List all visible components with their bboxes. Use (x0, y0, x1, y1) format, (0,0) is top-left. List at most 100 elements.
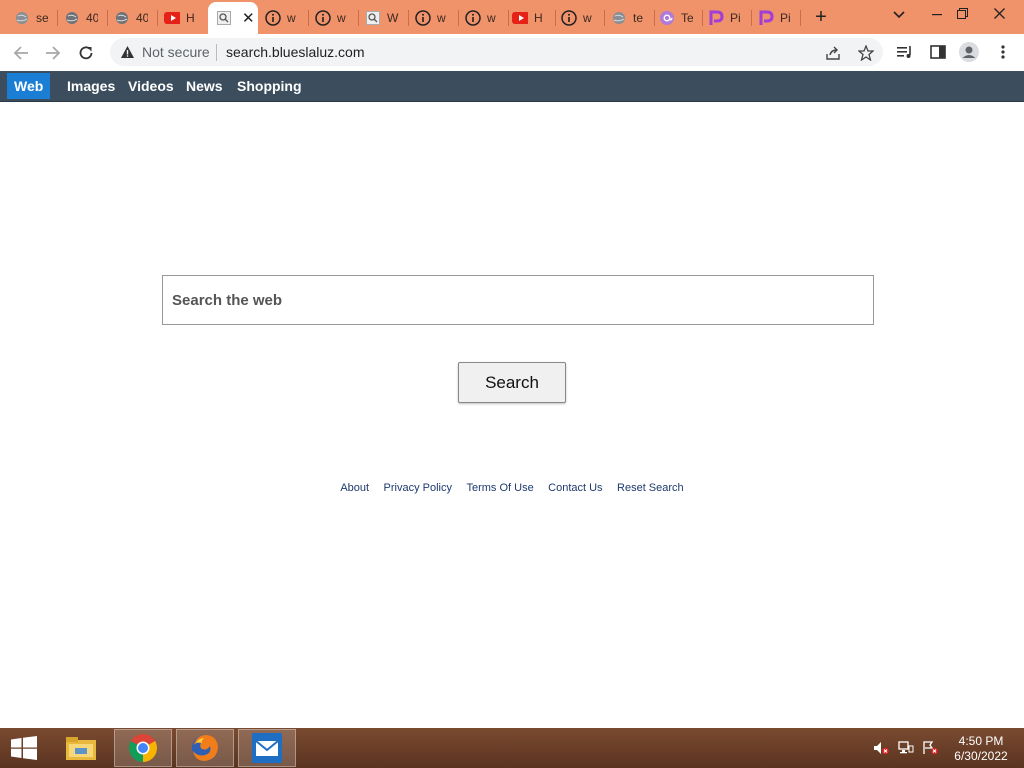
browser-tab-active[interactable]: ✕ (208, 2, 258, 34)
chrome-taskbar-icon[interactable] (114, 729, 172, 767)
tab-separator (408, 10, 409, 26)
back-icon[interactable] (10, 42, 32, 64)
start-windows-icon[interactable] (2, 729, 46, 767)
network-icon[interactable] (898, 740, 914, 756)
forward-icon[interactable] (42, 42, 64, 64)
new-tab-icon[interactable]: + (810, 6, 832, 28)
browser-tab[interactable]: W (365, 5, 399, 31)
search-favicon (216, 10, 232, 26)
tab-title: Pi (780, 11, 791, 25)
nav-web[interactable]: Web (7, 73, 51, 99)
tab-separator (57, 10, 58, 26)
bookmark-star-icon[interactable] (857, 44, 875, 62)
browser-tab[interactable]: Pi (708, 5, 742, 31)
menu-kebab-icon[interactable] (993, 42, 1013, 62)
taskbar: 4:50 PM 6/30/2022 (0, 728, 1024, 768)
globe-icon (14, 10, 30, 26)
url-text[interactable]: search.blueslaluz.com (226, 44, 365, 60)
nav-shopping[interactable]: Shopping (230, 71, 309, 101)
tab-separator (508, 10, 509, 26)
share-icon[interactable] (824, 44, 842, 62)
browser-tab[interactable]: H (512, 5, 546, 31)
nav-videos[interactable]: Videos (121, 71, 181, 101)
volume-muted-icon[interactable] (873, 740, 889, 756)
globe-icon (611, 10, 627, 26)
info-icon (315, 10, 331, 26)
globe-icon (114, 10, 130, 26)
tab-title: w (287, 11, 296, 25)
tab-separator (654, 10, 655, 26)
browser-tab[interactable]: w (561, 5, 595, 31)
site-nav-bar: Web Images Videos News Shopping (0, 71, 1024, 102)
minimize-icon[interactable] (926, 4, 948, 26)
search-favicon (365, 10, 381, 26)
footer-link-about[interactable]: About (340, 482, 369, 494)
reload-icon[interactable] (75, 42, 97, 64)
at-icon (659, 10, 675, 26)
tab-title: H (186, 11, 195, 25)
warning-icon[interactable] (120, 45, 135, 64)
youtube-icon (164, 10, 180, 26)
profile-avatar-icon[interactable] (959, 42, 979, 62)
browser-tab[interactable]: Te (659, 5, 693, 31)
footer-link-reset-search[interactable]: Reset Search (617, 482, 684, 494)
youtube-icon (512, 10, 528, 26)
tab-separator (604, 10, 605, 26)
tab-title: Pi (730, 11, 741, 25)
security-label[interactable]: Not secure (142, 44, 210, 60)
media-controls-icon[interactable] (895, 42, 915, 62)
restore-icon[interactable] (951, 4, 973, 26)
browser-tab[interactable]: w (415, 5, 449, 31)
browser-tab[interactable]: H (164, 5, 198, 31)
tab-separator (107, 10, 108, 26)
info-icon (465, 10, 481, 26)
info-icon (415, 10, 431, 26)
action-center-flag-icon[interactable] (922, 740, 938, 756)
browser-tab[interactable]: 40 (64, 5, 98, 31)
mail-taskbar-icon[interactable] (238, 729, 296, 767)
search-input[interactable] (170, 276, 854, 324)
nav-news[interactable]: News (179, 71, 230, 101)
tab-separator (555, 10, 556, 26)
tab-separator (702, 10, 703, 26)
browser-tab[interactable]: se (14, 5, 48, 31)
tab-separator (358, 10, 359, 26)
browser-toolbar: Not secure search.blueslaluz.com (0, 34, 1024, 72)
tab-title: w (437, 11, 446, 25)
browser-tab[interactable]: te (611, 5, 645, 31)
browser-tab[interactable]: w (315, 5, 349, 31)
tab-separator (308, 10, 309, 26)
clock-time: 4:50 PM (958, 734, 1004, 748)
browser-tab[interactable]: 40 (114, 5, 148, 31)
close-tab-icon[interactable]: ✕ (242, 11, 255, 26)
info-icon (561, 10, 577, 26)
tab-title: w (337, 11, 346, 25)
tab-title: w (583, 11, 592, 25)
browser-tab[interactable]: Pi (758, 5, 792, 31)
tab-title: w (487, 11, 496, 25)
p-icon (758, 10, 774, 26)
address-bar[interactable]: Not secure search.blueslaluz.com (110, 38, 883, 66)
globe-icon (64, 10, 80, 26)
footer-link-privacy-policy[interactable]: Privacy Policy (384, 482, 452, 494)
browser-tab[interactable]: w (465, 5, 499, 31)
close-window-icon[interactable] (988, 4, 1010, 26)
browser-tab[interactable]: w (265, 5, 299, 31)
side-panel-icon[interactable] (928, 42, 948, 62)
system-clock[interactable]: 4:50 PM 6/30/2022 (946, 734, 1016, 764)
info-icon (265, 10, 281, 26)
firefox-taskbar-icon[interactable] (176, 729, 234, 767)
nav-images[interactable]: Images (60, 71, 122, 101)
footer-links: About Privacy Policy Terms Of Use Contac… (0, 478, 1024, 496)
tab-strip: se 40 40 H ✕ w w W w w H w te Te Pi Pi + (0, 0, 1024, 34)
tab-separator (157, 10, 158, 26)
footer-link-terms-of-use[interactable]: Terms Of Use (466, 482, 533, 494)
search-button[interactable]: Search (458, 362, 566, 403)
footer-link-contact-us[interactable]: Contact Us (548, 482, 602, 494)
tab-title: H (534, 11, 543, 25)
search-box (162, 275, 874, 325)
tab-search-chevron-icon[interactable] (888, 4, 910, 26)
file-explorer-icon[interactable] (52, 729, 110, 767)
address-divider (216, 44, 217, 61)
tab-title: Te (681, 11, 693, 25)
